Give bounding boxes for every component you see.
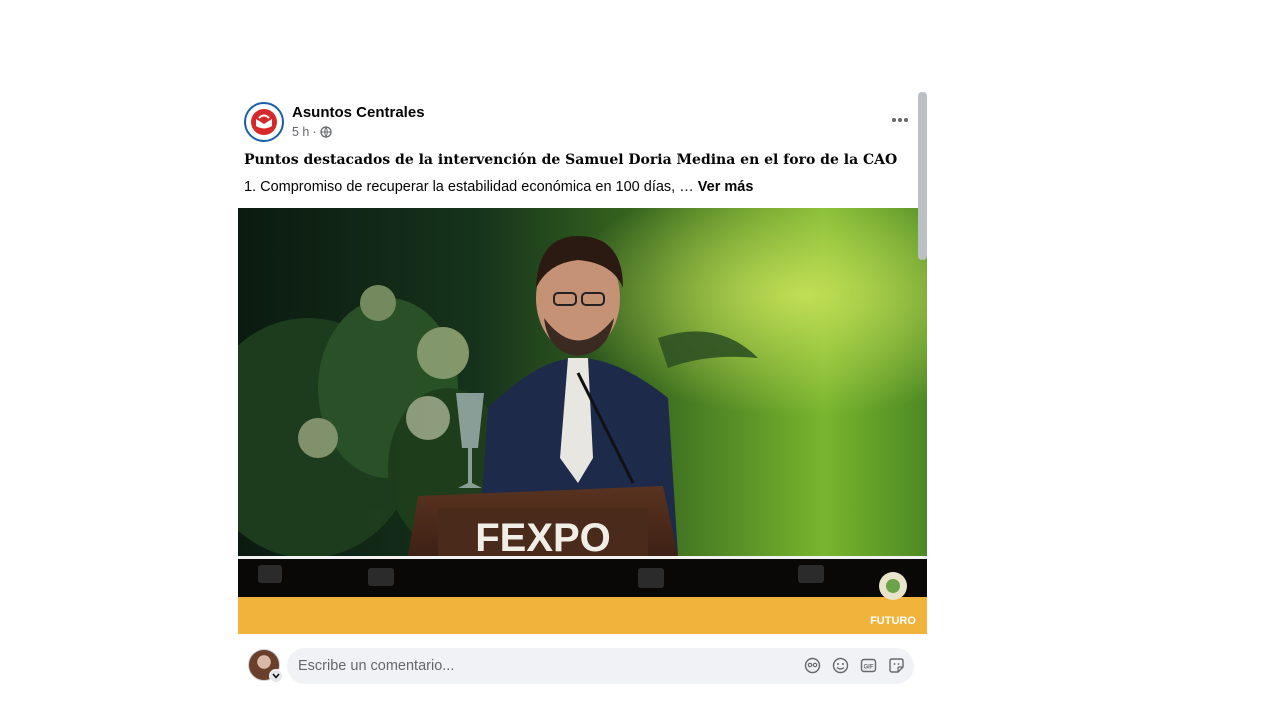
- post-body-snippet: 1. Compromiso de recuperar la estabilida…: [244, 179, 698, 195]
- post-scrollbar[interactable]: [918, 92, 927, 260]
- see-more-link[interactable]: Ver más: [698, 179, 754, 195]
- post-headline: Puntos destacados de la intervención de …: [244, 152, 898, 168]
- chevron-down-icon: [272, 673, 280, 679]
- comment-input[interactable]: Escribe un comentario... GIF: [287, 648, 914, 684]
- post-body-text: 1. Compromiso de recuperar la estabilida…: [244, 179, 753, 195]
- meta-separator: ·: [312, 125, 317, 139]
- corner-logo-text: FUTURO: [870, 615, 916, 627]
- comment-tools: GIF: [803, 656, 906, 675]
- gif-icon[interactable]: GIF: [859, 656, 878, 675]
- sticker-icon[interactable]: [887, 656, 906, 675]
- page-name-link[interactable]: Asuntos Centrales: [292, 104, 425, 121]
- more-horizontal-icon: [892, 118, 908, 122]
- post-time[interactable]: 5 h: [292, 125, 309, 139]
- avatar-sticker-icon[interactable]: [803, 656, 822, 675]
- comment-composer: Escribe un comentario... GIF: [248, 648, 914, 685]
- emoji-icon[interactable]: [831, 656, 850, 675]
- podium-text: FEXPO: [475, 516, 611, 560]
- asuntos-centrales-logo-icon: [251, 109, 277, 135]
- post-meta: 5 h ·: [292, 125, 332, 139]
- globe-icon: [319, 126, 332, 138]
- post-header: Asuntos Centrales 5 h ·: [244, 102, 920, 144]
- post-video[interactable]: FEXPO FUTURO: [238, 208, 927, 634]
- comment-placeholder: Escribe un comentario...: [298, 658, 455, 674]
- video-frame-image: FEXPO FUTURO: [238, 208, 927, 634]
- avatar-switch-button[interactable]: [269, 669, 283, 683]
- svg-text:GIF: GIF: [864, 665, 874, 671]
- more-options-button[interactable]: [886, 110, 914, 130]
- post-card: Asuntos Centrales 5 h · Puntos destacado…: [238, 92, 927, 694]
- page-avatar[interactable]: [244, 102, 284, 142]
